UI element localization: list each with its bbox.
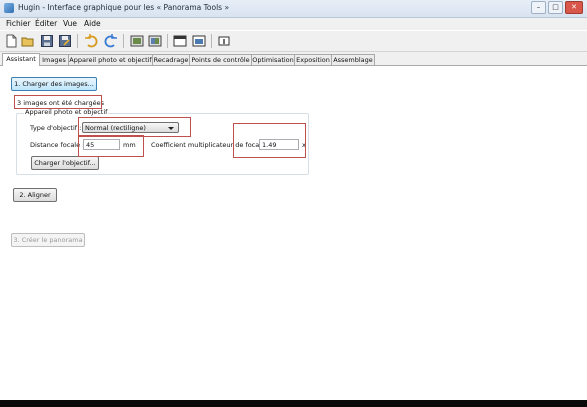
minimize-button[interactable]: – (531, 1, 546, 14)
undo-icon[interactable] (84, 34, 98, 48)
maximize-button[interactable]: □ (548, 1, 563, 14)
load-images-button[interactable]: 1. Charger des images... (11, 77, 97, 91)
panorama-preview-icon[interactable] (192, 34, 206, 48)
camera-lens-group-title: Appareil photo et objectif (24, 108, 109, 116)
menu-aide[interactable]: Aide (84, 19, 101, 28)
window-title: Hugin - Interface graphique pour les « P… (18, 3, 230, 12)
toolbar-separator (167, 34, 168, 48)
close-button[interactable]: ✕ (565, 1, 583, 14)
optimize-icon[interactable] (148, 34, 162, 48)
preview-icon[interactable] (173, 34, 187, 48)
tab-crop[interactable]: Recadrage (152, 54, 190, 65)
bottom-bar (0, 400, 587, 407)
create-panorama-button: 3. Créer le panorama (11, 233, 85, 247)
save-as-icon[interactable] (58, 34, 72, 48)
highlight-crop-factor (233, 123, 306, 158)
menu-bar: Fichier Éditer Vue Aide (0, 18, 587, 30)
tab-images[interactable]: Images (39, 54, 69, 65)
tab-camera-lens[interactable]: Appareil photo et objectif (68, 54, 153, 65)
save-icon[interactable] (40, 34, 54, 48)
redo-icon[interactable] (104, 34, 118, 48)
menu-fichier[interactable]: Fichier (6, 19, 31, 28)
tab-exposition[interactable]: Exposition (294, 54, 332, 65)
toolbar-separator (123, 34, 124, 48)
highlight-images-loaded (14, 95, 102, 109)
new-file-icon[interactable] (4, 34, 18, 48)
highlight-focal-length (78, 135, 144, 157)
hugin-app-icon (4, 3, 14, 13)
tab-optimisation[interactable]: Optimisation (251, 54, 295, 65)
info-icon[interactable] (217, 34, 231, 48)
control-points-icon[interactable] (130, 34, 144, 48)
toolbar (0, 31, 587, 52)
menu-vue[interactable]: Vue (63, 19, 77, 28)
focal-length-label: Distance focale : (30, 141, 85, 149)
highlight-lens-type (78, 117, 191, 137)
tab-control-points[interactable]: Points de contrôle (189, 54, 252, 65)
main-tabs: Assistant Images Appareil photo et objec… (0, 52, 587, 66)
toolbar-separator (211, 34, 212, 48)
menu-editer[interactable]: Éditer (35, 19, 57, 28)
align-button[interactable]: 2. Aligner (13, 188, 57, 202)
tab-assemblage[interactable]: Assemblage (331, 54, 375, 65)
tab-assistant[interactable]: Assistant (2, 53, 40, 66)
title-bar: Hugin - Interface graphique pour les « P… (0, 0, 587, 18)
lens-type-label: Type d'objectif : (30, 124, 82, 132)
window-controls: – □ ✕ (531, 1, 583, 14)
load-lens-button[interactable]: Charger l'objectif... (31, 156, 99, 170)
toolbar-separator (77, 34, 78, 48)
open-folder-icon[interactable] (21, 34, 35, 48)
